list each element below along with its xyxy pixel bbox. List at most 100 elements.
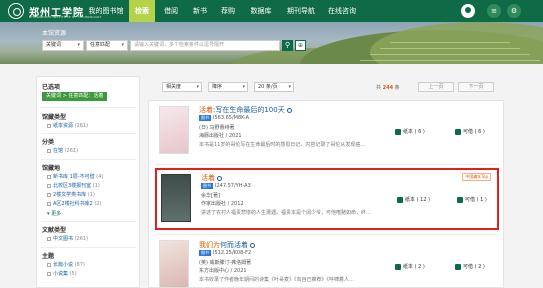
nav-online-consult[interactable]: 在线咨询 bbox=[324, 0, 360, 22]
paper-value: ( 6 ) bbox=[414, 129, 425, 135]
divider bbox=[155, 234, 499, 235]
checkbox[interactable] bbox=[47, 271, 51, 276]
zoom-icon[interactable] bbox=[217, 175, 222, 181]
nav-recommend[interactable]: 荐购 bbox=[215, 0, 241, 22]
result-count-suffix: 条 bbox=[394, 85, 400, 91]
terrace-line bbox=[380, 48, 520, 49]
selected-filter-tag[interactable]: 关键词 > 任意匹配：活着 bbox=[42, 92, 108, 101]
checkbox[interactable] bbox=[47, 201, 51, 206]
book-author: (英) 威斯滕汀·弗洛姆著 bbox=[199, 260, 252, 266]
search-title: 本馆资源 bbox=[42, 30, 67, 37]
book-icon bbox=[457, 196, 463, 203]
chevron-down-icon: ▾ bbox=[288, 84, 291, 90]
filter-item[interactable]: A区2楼社科书库2 (2) bbox=[47, 200, 101, 207]
terrace-line bbox=[360, 60, 540, 61]
checkbox[interactable] bbox=[47, 123, 51, 128]
filter-item-label: 在馆 bbox=[53, 148, 64, 154]
sort-select[interactable]: 相关度 ▾ bbox=[162, 82, 202, 92]
available-stock: 可借 ( 2 ) bbox=[455, 263, 485, 270]
nav-search[interactable]: 检索 bbox=[129, 0, 155, 22]
selected-filters-title: 已选项 bbox=[42, 84, 61, 91]
book-description: 讲述了农村人福贵悲惨的人生遭遇。福贵本是个阔少爷，可他嗜赌如命，终… bbox=[201, 210, 372, 216]
filter-item-label: 2楼文学类书库 bbox=[53, 192, 87, 198]
paper-label: 纸本 bbox=[403, 264, 414, 270]
group-title-subject: 主题 bbox=[42, 253, 55, 260]
prev-page-button[interactable]: 上一页 bbox=[418, 82, 454, 92]
menu-icon[interactable]: ≡ bbox=[487, 4, 501, 18]
filter-item[interactable]: 北校区3楼报刊室 (1) bbox=[47, 182, 100, 189]
filter-item[interactable]: 小说集 (5) bbox=[47, 270, 77, 277]
chevron-down-icon: ▾ bbox=[242, 84, 245, 90]
nav-borrow[interactable]: 借阅 bbox=[158, 0, 184, 22]
checkbox[interactable] bbox=[47, 192, 51, 197]
checkbox[interactable] bbox=[47, 174, 51, 179]
result-count: 共 244 条 bbox=[376, 84, 400, 91]
available-value: ( 6 ) bbox=[474, 129, 485, 135]
filter-item-label: 小说集 bbox=[53, 271, 69, 277]
divider bbox=[155, 164, 499, 165]
book-icon bbox=[395, 263, 401, 270]
search-input[interactable]: 请输入关键词，多个检索条件以逗号隔开 bbox=[130, 40, 280, 51]
result-item[interactable]: 活着:写在生命最后的100天 图书 I563.65/M8K-A (日) 马野惠绯著… bbox=[149, 101, 505, 165]
available-label: 可借 bbox=[463, 129, 474, 135]
book-author: 余华[著] bbox=[201, 193, 220, 199]
chevron-down-icon: ▾ bbox=[196, 84, 199, 90]
filter-item[interactable]: 中文图书 (261) bbox=[47, 235, 88, 242]
result-item-selected[interactable]: 中国编年Top 活着 图书 I247.57/YH-A3 余华[著] 作家出版社 /… bbox=[155, 168, 499, 230]
checkbox[interactable] bbox=[47, 148, 51, 153]
checkbox[interactable] bbox=[47, 262, 51, 267]
match-select[interactable]: 任意匹配 ▾ bbox=[86, 40, 128, 51]
user-avatar-icon[interactable] bbox=[461, 4, 475, 18]
filter-item[interactable]: 纸本资源 (261) bbox=[47, 122, 88, 129]
filter-item-label: A区2楼社科书库2 bbox=[53, 201, 93, 207]
filter-item[interactable]: 2楼文学类书库 (1) bbox=[47, 191, 95, 198]
checkbox[interactable] bbox=[47, 183, 51, 188]
filter-item-count: (4) bbox=[96, 174, 104, 180]
ranking-tag: 中国编年Top bbox=[462, 173, 491, 181]
zoom-icon[interactable] bbox=[286, 107, 292, 113]
filter-item-count: (1) bbox=[87, 192, 95, 198]
available-label: 可借 bbox=[463, 264, 474, 270]
filter-item[interactable]: 在馆 (261) bbox=[47, 147, 78, 154]
filter-item-count: (261) bbox=[74, 236, 89, 242]
book-title[interactable]: 活着 bbox=[201, 173, 222, 183]
book-icon bbox=[397, 196, 403, 203]
group-title-collection-type: 馆藏类型 bbox=[42, 114, 67, 121]
order-select[interactable]: 降序 ▾ bbox=[208, 82, 248, 92]
book-title[interactable]: 我们为何而活着 bbox=[199, 240, 255, 250]
advanced-search-icon[interactable]: ⊕ bbox=[295, 40, 306, 51]
filter-item-label: 新书库 1层-不可借 bbox=[53, 174, 95, 180]
checkbox[interactable] bbox=[47, 236, 51, 241]
available-stock: 可借 ( 6 ) bbox=[455, 128, 485, 135]
banner-hill bbox=[370, 22, 543, 64]
book-cover[interactable] bbox=[161, 174, 191, 222]
filter-item[interactable]: 长篇小说 (87) bbox=[47, 261, 85, 268]
filter-item-count: (2) bbox=[94, 201, 102, 207]
paper-label: 纸本 bbox=[405, 197, 416, 203]
book-cover[interactable] bbox=[159, 240, 189, 288]
field-select-value: 关键词 bbox=[46, 42, 62, 48]
book-cover[interactable] bbox=[159, 106, 189, 154]
more-link[interactable]: ▾ 更多 bbox=[47, 210, 61, 217]
per-page-select[interactable]: 20 条/页 ▾ bbox=[254, 82, 294, 92]
filter-item-label: 中文图书 bbox=[53, 236, 74, 242]
book-title-highlight: 活着 bbox=[201, 174, 215, 182]
terrace-line bbox=[390, 42, 510, 43]
book-title[interactable]: 活着:写在生命最后的100天 bbox=[199, 105, 292, 115]
field-select[interactable]: 关键词 ▾ bbox=[42, 40, 84, 51]
next-page-button[interactable]: 下一页 bbox=[458, 82, 494, 92]
nav-database[interactable]: 数据库 bbox=[245, 0, 277, 22]
nav-my-library[interactable]: 我的图书馆 bbox=[84, 0, 128, 22]
chevron-down-icon: ▾ bbox=[121, 42, 124, 48]
type-badge: 图书 bbox=[199, 115, 211, 121]
filter-item[interactable]: 新书库 1层-不可借 (4) bbox=[47, 173, 103, 180]
book-publisher: 海豚出版社 / 2021 bbox=[199, 133, 242, 139]
settings-icon[interactable]: ⚙ bbox=[507, 4, 521, 18]
nav-new-books[interactable]: 新书 bbox=[187, 0, 213, 22]
type-badge: 图书 bbox=[199, 250, 211, 256]
results-list: 活着:写在生命最后的100天 图书 I563.65/M8K-A (日) 马野惠绯著… bbox=[148, 100, 504, 288]
search-icon[interactable]: ⚲ bbox=[282, 40, 293, 51]
zoom-icon[interactable] bbox=[250, 242, 255, 248]
result-item[interactable]: 我们为何而活着 图书 I512.25/K08-F2 (英) 威斯滕汀·弗洛姆著 东… bbox=[149, 236, 505, 288]
nav-journals[interactable]: 期刊导航 bbox=[283, 0, 319, 22]
